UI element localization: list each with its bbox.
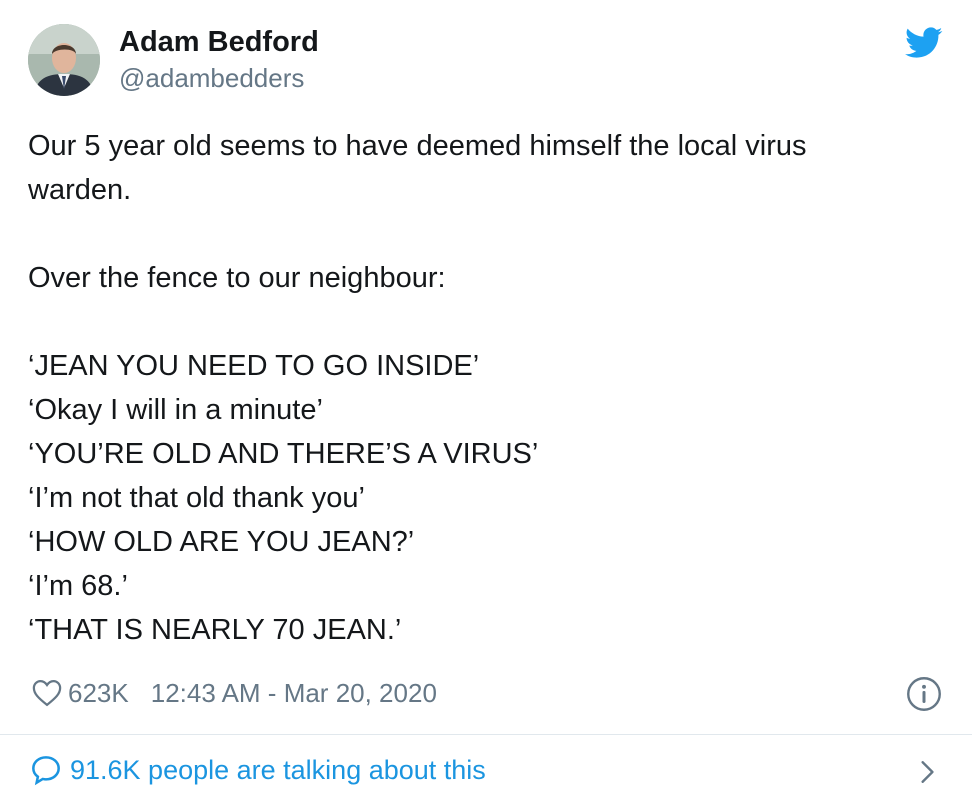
- conversation-link[interactable]: 91.6K people are talking about this: [30, 754, 486, 786]
- info-icon[interactable]: [906, 676, 942, 712]
- tweet-text: Our 5 year old seems to have deemed hims…: [28, 130, 807, 646]
- avatar[interactable]: [28, 24, 100, 96]
- speech-bubble-icon: [32, 756, 60, 786]
- twitter-bird-icon[interactable]: [905, 27, 943, 59]
- author-handle[interactable]: @adambedders: [119, 62, 304, 94]
- timestamp[interactable]: 12:43 AM - Mar 20, 2020: [151, 678, 437, 709]
- chevron-right-icon[interactable]: [914, 758, 940, 786]
- tweet-card: Adam Bedford @adambedders Our 5 year old…: [0, 0, 972, 800]
- avatar-photo: [28, 24, 100, 96]
- like-count: 623K: [68, 677, 129, 708]
- conversation-text: 91.6K people are talking about this: [70, 754, 486, 785]
- divider: [0, 734, 972, 735]
- heart-icon: [32, 679, 62, 707]
- tweet-meta: 623K 12:43 AM - Mar 20, 2020: [32, 673, 437, 713]
- author-name[interactable]: Adam Bedford: [119, 24, 319, 60]
- like-button[interactable]: 623K: [32, 678, 151, 709]
